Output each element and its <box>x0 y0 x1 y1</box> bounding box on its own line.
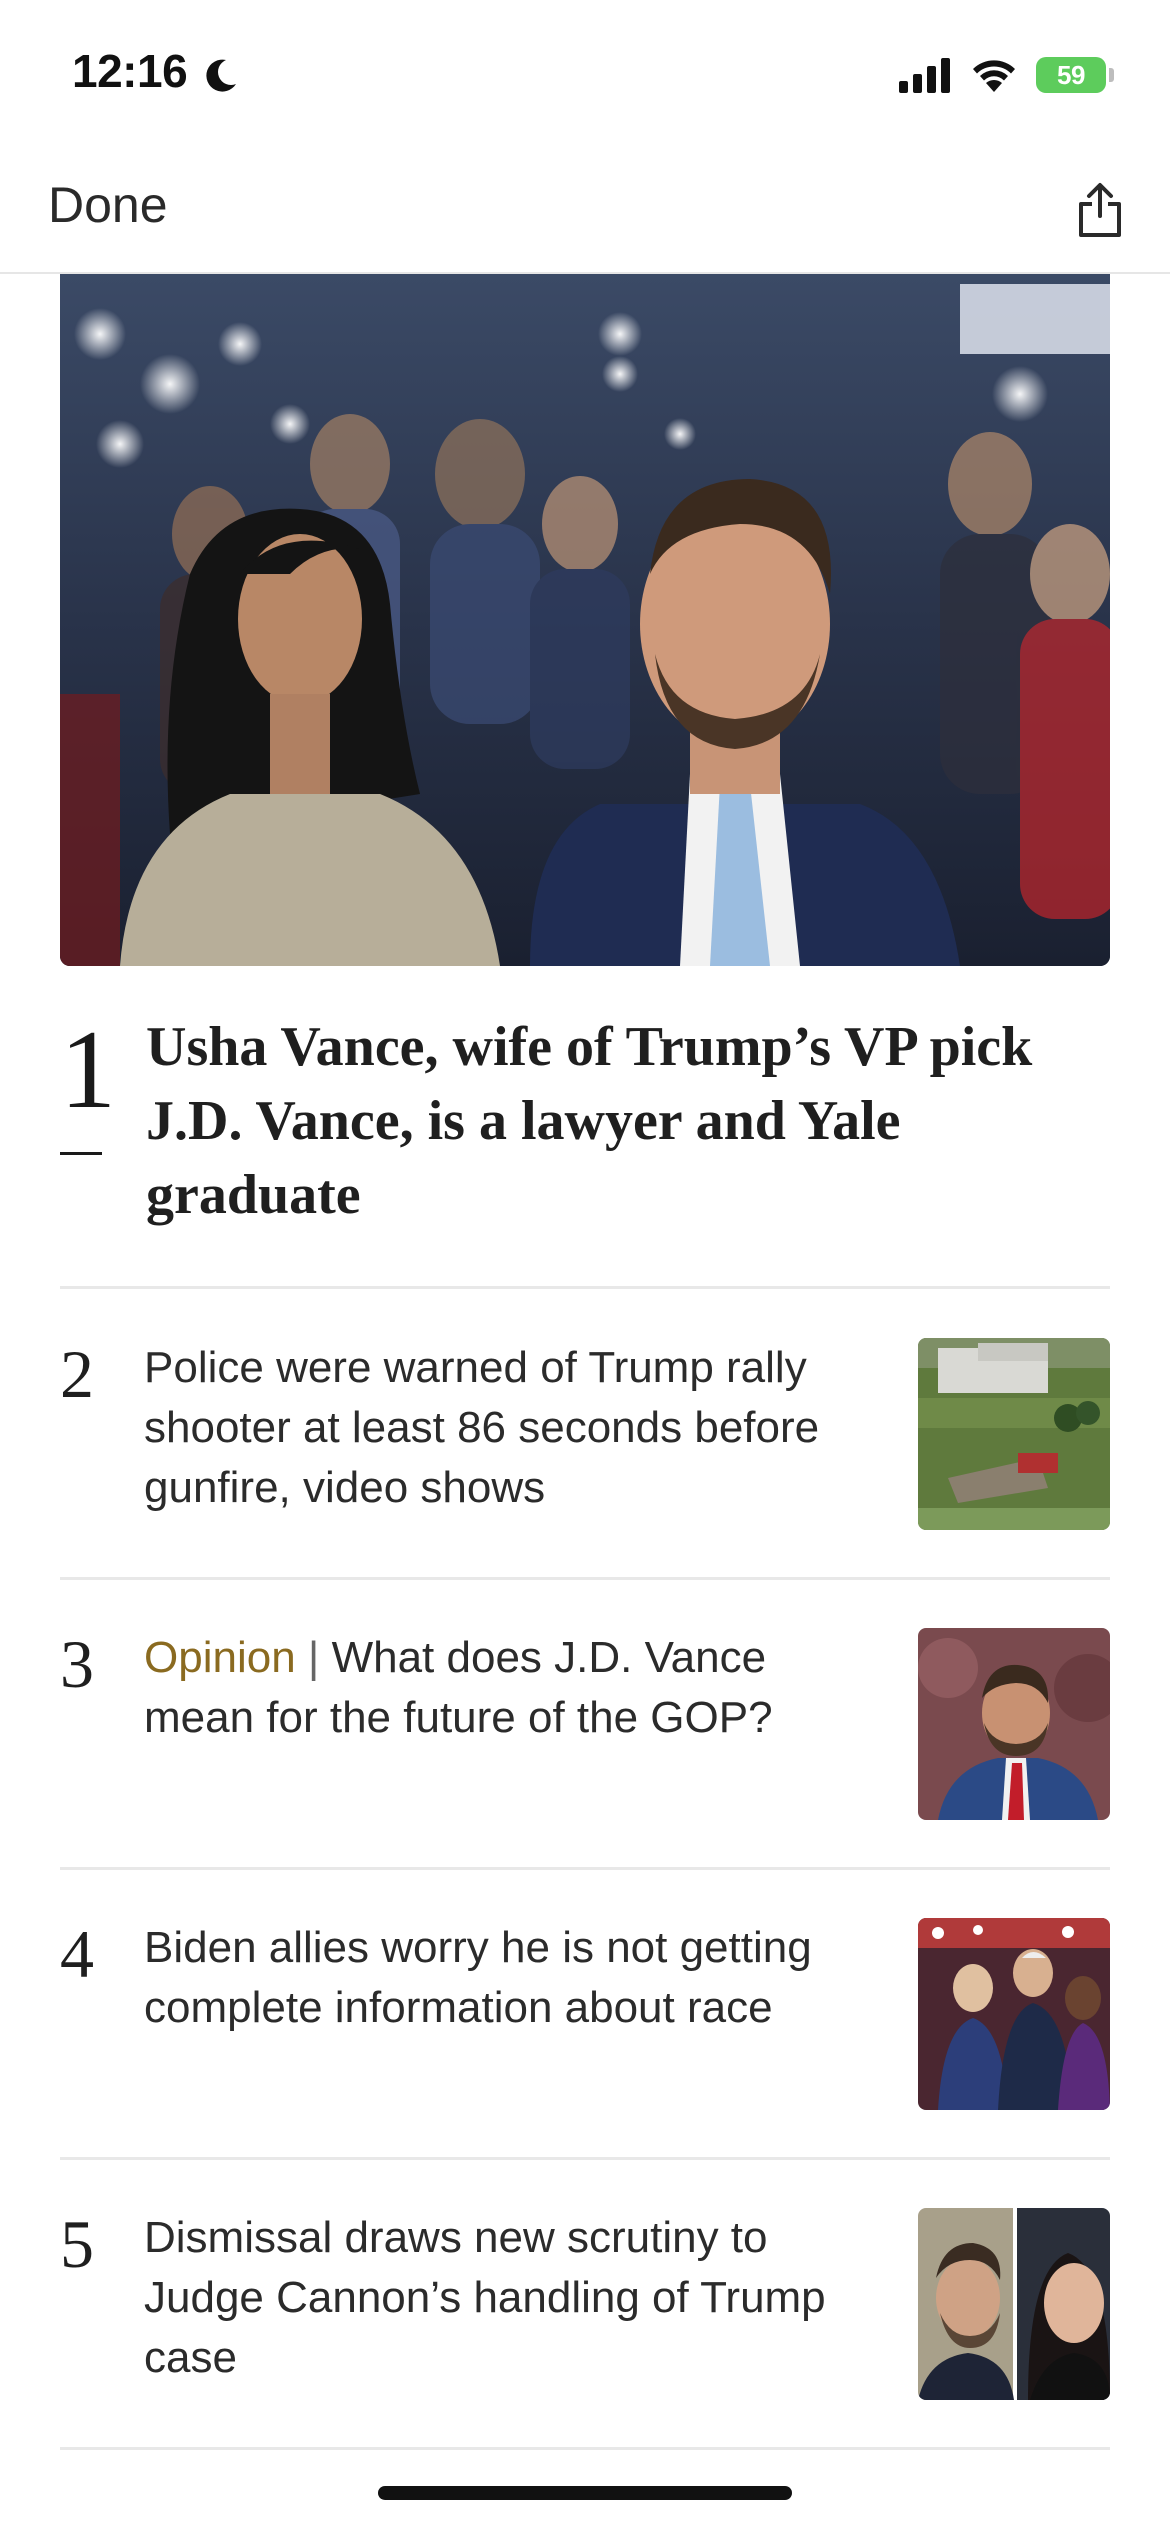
divider <box>60 1286 1110 1289</box>
story-rank: 1 <box>60 1008 116 1132</box>
rally-site-aerial-image <box>918 1338 1110 1530</box>
split-portraits-image <box>918 2208 1110 2400</box>
biden-event-image <box>918 1918 1110 2110</box>
status-bar: 12:16 59 <box>0 0 1170 150</box>
list-item[interactable]: 2 Police were warned of Trump rally shoo… <box>60 1290 1110 1580</box>
top-story-headline[interactable]: Usha Vance, wife of Trump’s VP pick J.D.… <box>146 1010 1126 1232</box>
moon-icon <box>206 59 236 92</box>
status-time: 12:16 <box>72 45 188 97</box>
story-thumbnail[interactable] <box>918 1628 1110 1820</box>
done-button[interactable]: Done <box>48 176 168 234</box>
story-thumbnail[interactable] <box>918 1338 1110 1530</box>
list-item[interactable]: 5 Dismissal draws new scrutiny to Judge … <box>60 2160 1110 2450</box>
status-indicators: 59 <box>899 54 1114 96</box>
story-headline[interactable]: Opinion | What does J.D. Vance mean for … <box>144 1628 864 1748</box>
story-headline[interactable]: Police were warned of Trump rally shoote… <box>144 1338 864 1518</box>
story-headline[interactable]: Dismissal draws new scrutiny to Judge Ca… <box>144 2208 864 2388</box>
hero-photo <box>60 274 1110 966</box>
kicker-separator: | <box>307 1633 320 1682</box>
list-item[interactable]: 4 Biden allies worry he is not getting c… <box>60 1870 1110 2160</box>
story-thumbnail[interactable] <box>918 1918 1110 2110</box>
story-rank: 3 <box>60 1626 94 1702</box>
battery-icon: 59 <box>1036 57 1106 93</box>
jd-vance-portrait-image <box>918 1628 1110 1820</box>
opinion-kicker: Opinion <box>144 1633 296 1682</box>
story-thumbnail[interactable] <box>918 2208 1110 2400</box>
share-button[interactable] <box>1064 174 1136 246</box>
share-icon <box>1079 183 1121 237</box>
hero-image[interactable] <box>60 274 1110 966</box>
wifi-icon <box>973 60 1015 92</box>
battery-nub <box>1109 68 1114 82</box>
list-item[interactable]: 3 Opinion | What does J.D. Vance mean fo… <box>60 1580 1110 1870</box>
home-indicator[interactable] <box>378 2486 792 2500</box>
story-rank: 5 <box>60 2206 94 2282</box>
battery-level: 59 <box>1057 59 1085 90</box>
story-rank: 4 <box>60 1916 94 1992</box>
story-rank: 2 <box>60 1336 94 1412</box>
cellular-signal-icon <box>899 57 950 93</box>
nav-bar: Done <box>0 150 1170 274</box>
rank-underline <box>60 1152 102 1155</box>
story-headline[interactable]: Biden allies worry he is not getting com… <box>144 1918 864 2038</box>
